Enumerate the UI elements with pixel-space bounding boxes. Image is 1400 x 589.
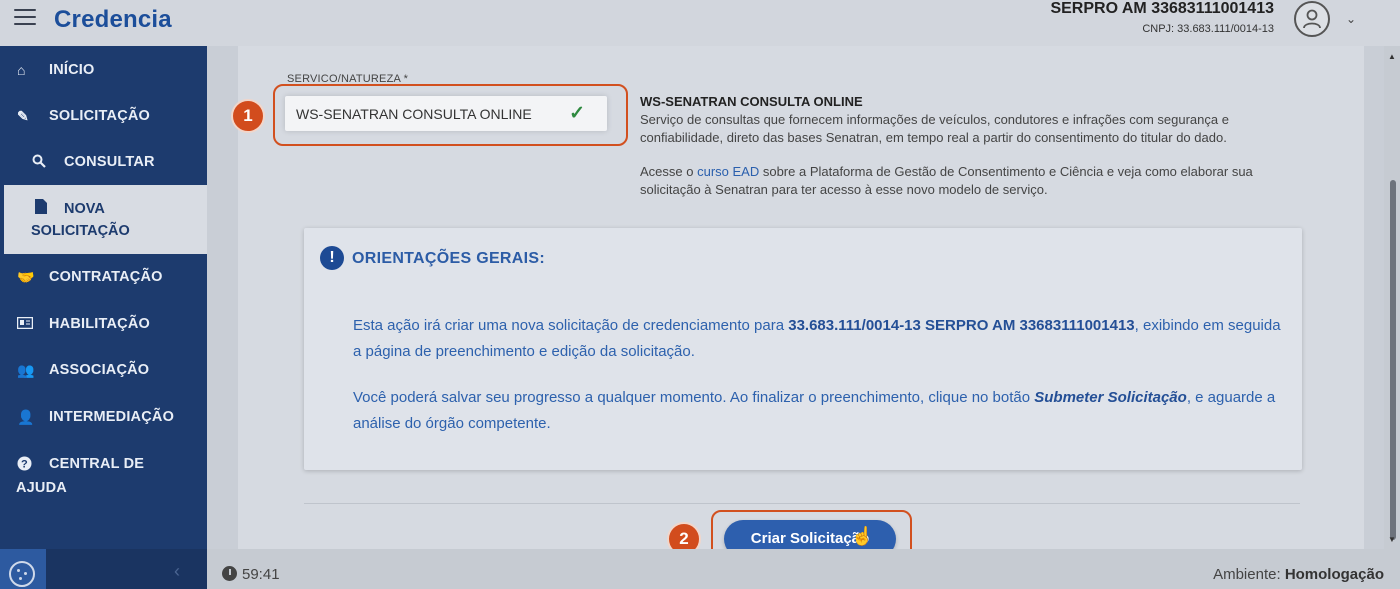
sidebar-item-central-de-ajuda[interactable]: ? CENTRAL DE AJUDA bbox=[0, 456, 207, 500]
ead-text-before: Acesse o bbox=[640, 164, 698, 179]
clock-icon bbox=[222, 566, 237, 581]
user-avatar-icon[interactable] bbox=[1294, 1, 1330, 37]
environment-value: Homologação bbox=[1284, 566, 1384, 583]
app-logo[interactable]: Credencia bbox=[54, 6, 172, 34]
svg-text:?: ? bbox=[21, 459, 28, 471]
scroll-up-arrow-icon[interactable]: ▲ bbox=[1388, 52, 1396, 61]
service-select-value: WS-SENATRAN CONSULTA ONLINE bbox=[296, 106, 532, 122]
cookie-settings-button[interactable] bbox=[0, 549, 46, 589]
info-exclamation-icon: ! bbox=[320, 246, 344, 270]
sidebar: ⌂ INÍCIO ✎ SOLICITAÇÃO CONSULTAR NOVA SO… bbox=[0, 46, 207, 549]
guidelines-title: ORIENTAÇÕES GERAIS: bbox=[352, 250, 545, 267]
users-icon: 👥 bbox=[17, 362, 35, 378]
environment-label: Ambiente: bbox=[1213, 566, 1285, 583]
service-select[interactable]: WS-SENATRAN CONSULTA ONLINE ✓ bbox=[285, 96, 607, 131]
guidelines-panel: ! ORIENTAÇÕES GERAIS: Esta ação irá cria… bbox=[304, 228, 1302, 470]
sidebar-item-label: CENTRAL DE bbox=[49, 456, 145, 472]
guidelines-text: Esta ação irá criar uma nova solicitação… bbox=[353, 317, 789, 334]
home-icon: ⌂ bbox=[17, 62, 26, 78]
sidebar-item-label: INÍCIO bbox=[49, 62, 95, 78]
id-card-icon bbox=[16, 316, 34, 332]
user-tie-icon: 👤 bbox=[17, 409, 35, 425]
chevron-left-icon[interactable]: ‹ bbox=[174, 561, 180, 582]
app-footer: ‹ 59:41 Ambiente: Homologação bbox=[0, 549, 1400, 589]
session-timer-value: 59:41 bbox=[242, 566, 280, 583]
chevron-down-icon[interactable]: ⌄ bbox=[1346, 12, 1356, 26]
scroll-down-arrow-icon[interactable]: ▼ bbox=[1388, 535, 1396, 544]
check-icon: ✓ bbox=[569, 103, 585, 124]
ead-course-text: Acesse o curso EAD sobre a Plataforma de… bbox=[640, 163, 1310, 199]
sidebar-item-label: NOVA bbox=[64, 201, 105, 217]
service-description: Serviço de consultas que fornecem inform… bbox=[640, 112, 1229, 145]
sidebar-item-label: SOLICITAÇÃO bbox=[31, 223, 130, 239]
handshake-icon: 🤝 bbox=[17, 269, 35, 285]
sidebar-item-label: HABILITAÇÃO bbox=[49, 316, 151, 332]
guidelines-org-highlight: 33.683.111/0014-13 SERPRO AM 33683111001… bbox=[788, 317, 1135, 334]
session-timer: 59:41 bbox=[222, 566, 280, 583]
organization-name: SERPRO AM 33683111001413 bbox=[1050, 0, 1274, 17]
guidelines-submit-highlight: Submeter Solicitação bbox=[1034, 389, 1187, 406]
hand-pointer-cursor-icon: ☝ bbox=[851, 526, 874, 546]
sidebar-item-label: AJUDA bbox=[16, 480, 67, 496]
sidebar-item-label: CONSULTAR bbox=[64, 154, 155, 170]
cookie-icon bbox=[9, 561, 35, 587]
ead-course-link[interactable]: curso EAD bbox=[697, 164, 759, 179]
sidebar-item-label: ASSOCIAÇÃO bbox=[49, 362, 150, 378]
content-divider bbox=[304, 503, 1300, 504]
app-header: Credencia SERPRO AM 33683111001413 CNPJ:… bbox=[0, 0, 1400, 46]
scrollbar-thumb[interactable] bbox=[1390, 180, 1396, 540]
organization-cnpj: CNPJ: 33.683.111/0014-13 bbox=[1142, 23, 1274, 35]
sidebar-footer: ‹ bbox=[0, 549, 207, 589]
sidebar-item-nova-solicitacao[interactable]: NOVA SOLICITAÇÃO bbox=[0, 185, 207, 254]
sidebar-item-label: SOLICITAÇÃO bbox=[49, 108, 151, 124]
service-title: WS-SENATRAN CONSULTA ONLINE bbox=[640, 94, 863, 109]
edit-document-icon: ✎ bbox=[17, 108, 29, 124]
search-icon bbox=[32, 154, 46, 171]
hamburger-icon[interactable] bbox=[14, 9, 36, 27]
guidelines-paragraph-1: Esta ação irá criar uma nova solicitação… bbox=[353, 313, 1283, 365]
question-circle-icon: ? bbox=[17, 456, 32, 474]
sidebar-item-label: INTERMEDIAÇÃO bbox=[49, 409, 175, 425]
sidebar-item-label: CONTRATAÇÃO bbox=[49, 269, 163, 285]
environment-indicator: Ambiente: Homologação bbox=[1213, 566, 1384, 583]
annotation-step-badge: 1 bbox=[231, 99, 265, 133]
file-icon bbox=[35, 199, 47, 219]
guidelines-paragraph-2: Você poderá salvar seu progresso a qualq… bbox=[353, 385, 1283, 437]
guidelines-text: Você poderá salvar seu progresso a qualq… bbox=[353, 389, 1035, 406]
